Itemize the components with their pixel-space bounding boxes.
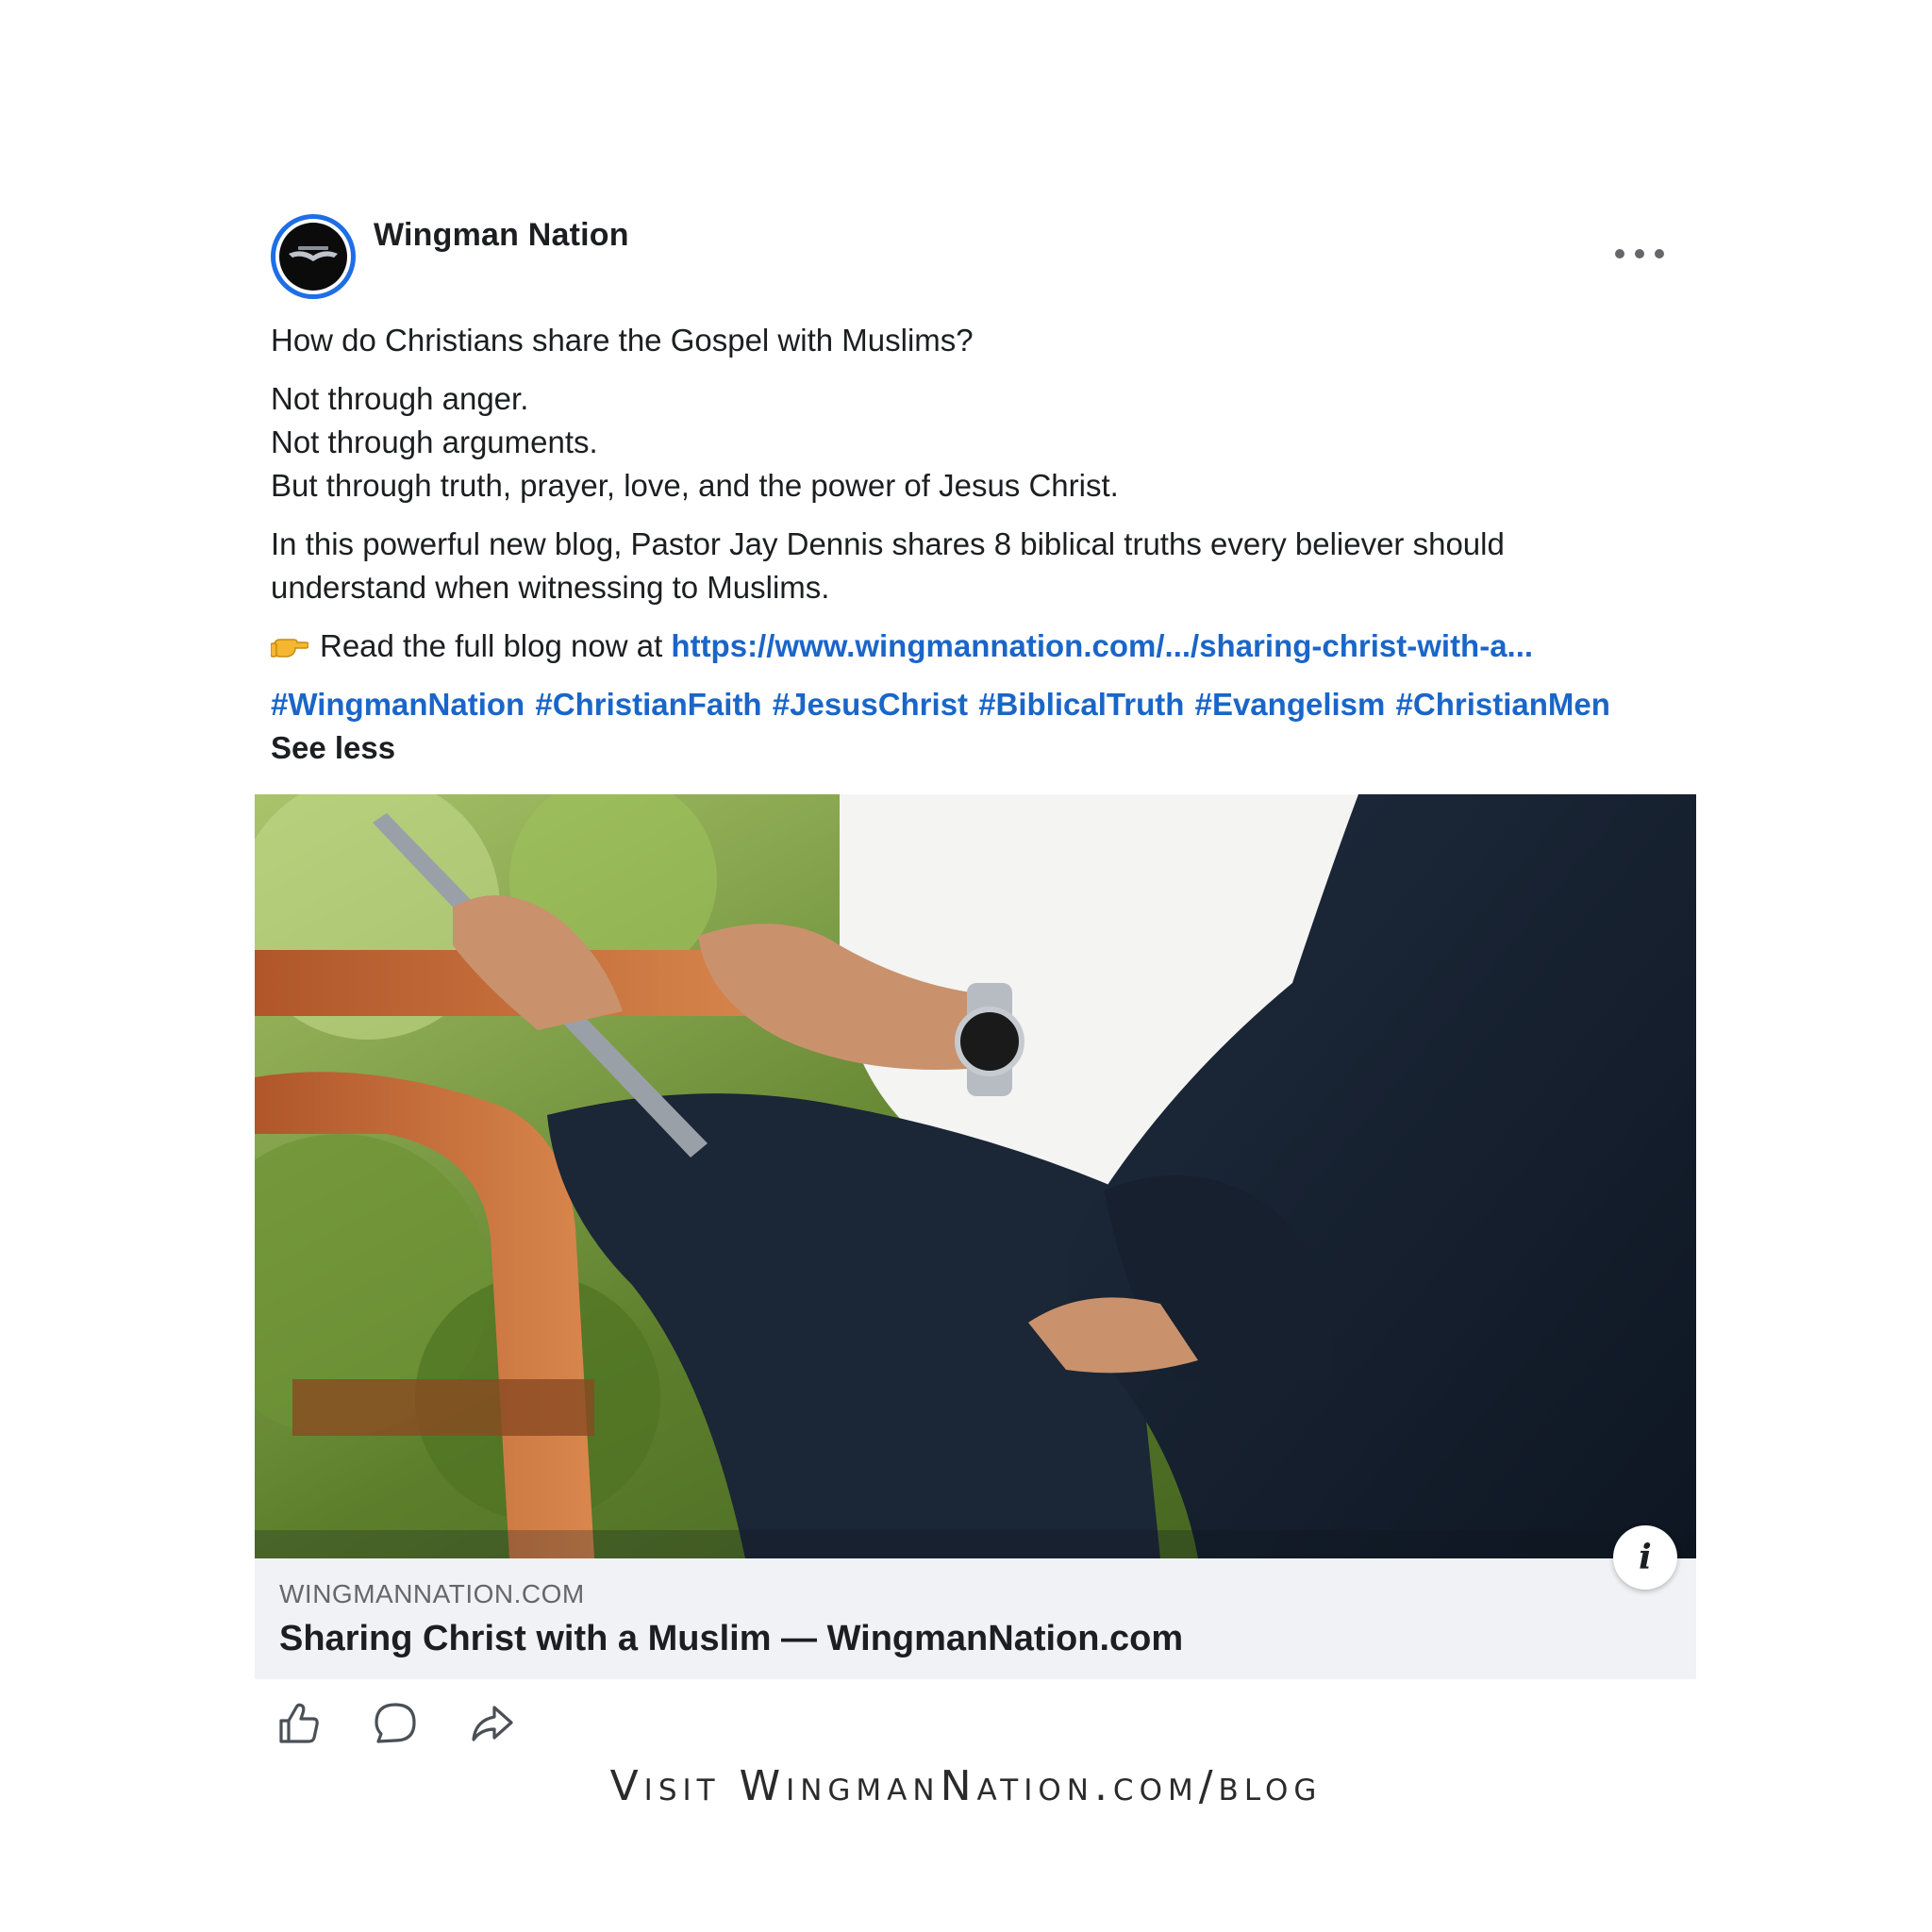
post-line: Not through arguments.: [271, 425, 598, 459]
more-options-icon[interactable]: [1615, 241, 1664, 267]
preview-domain: WINGMANNATION.COM: [279, 1579, 585, 1608]
hashtag-link[interactable]: #WingmanNation: [271, 687, 525, 722]
comment-icon[interactable]: [372, 1700, 419, 1747]
hashtag-link[interactable]: #BiblicalTruth: [978, 687, 1184, 722]
post-blurb: In this powerful new blog, Pastor Jay De…: [271, 526, 1505, 605]
post-line: Not through anger.: [271, 381, 529, 416]
post-actions: [275, 1700, 515, 1747]
footer-caption: Visit WingmanNation.com/blog: [609, 1762, 1323, 1810]
author-name[interactable]: Wingman Nation: [374, 217, 629, 254]
post-question: How do Christians share the Gospel with …: [271, 323, 974, 358]
hashtag-link[interactable]: #JesusChrist: [773, 687, 968, 722]
like-icon[interactable]: [275, 1700, 323, 1747]
see-less-button[interactable]: See less: [271, 726, 1657, 770]
blog-link[interactable]: https://www.wingmannation.com/.../sharin…: [671, 628, 1533, 663]
social-post-screenshot: Wingman Nation How do Christians share t…: [0, 0, 1932, 1932]
share-icon[interactable]: [468, 1700, 515, 1747]
hashtag-link[interactable]: #ChristianMen: [1396, 687, 1610, 722]
link-preview-card[interactable]: i WINGMANNATION.COM Sharing Christ with …: [255, 794, 1696, 1679]
wingman-logo-icon: [279, 223, 347, 291]
post-lines: Not through anger. Not through arguments…: [271, 377, 1657, 508]
hashtag-link[interactable]: #Evangelism: [1195, 687, 1386, 722]
post-line: But through truth, prayer, love, and the…: [271, 468, 1119, 503]
hashtag-link[interactable]: #ChristianFaith: [535, 687, 761, 722]
info-icon[interactable]: i: [1613, 1525, 1677, 1590]
post-body: How do Christians share the Gospel with …: [271, 319, 1657, 770]
avatar[interactable]: [271, 214, 356, 299]
preview-image[interactable]: [255, 794, 1696, 1558]
backhand-index-pointing-right-icon: [271, 639, 308, 658]
hashtag-list: #WingmanNation #ChristianFaith #JesusChr…: [271, 683, 1657, 726]
read-prefix: Read the full blog now at: [320, 628, 672, 663]
preview-title[interactable]: Sharing Christ with a Muslim — WingmanNa…: [279, 1619, 1183, 1659]
read-more-line: Read the full blog now at https://www.wi…: [271, 625, 1657, 668]
